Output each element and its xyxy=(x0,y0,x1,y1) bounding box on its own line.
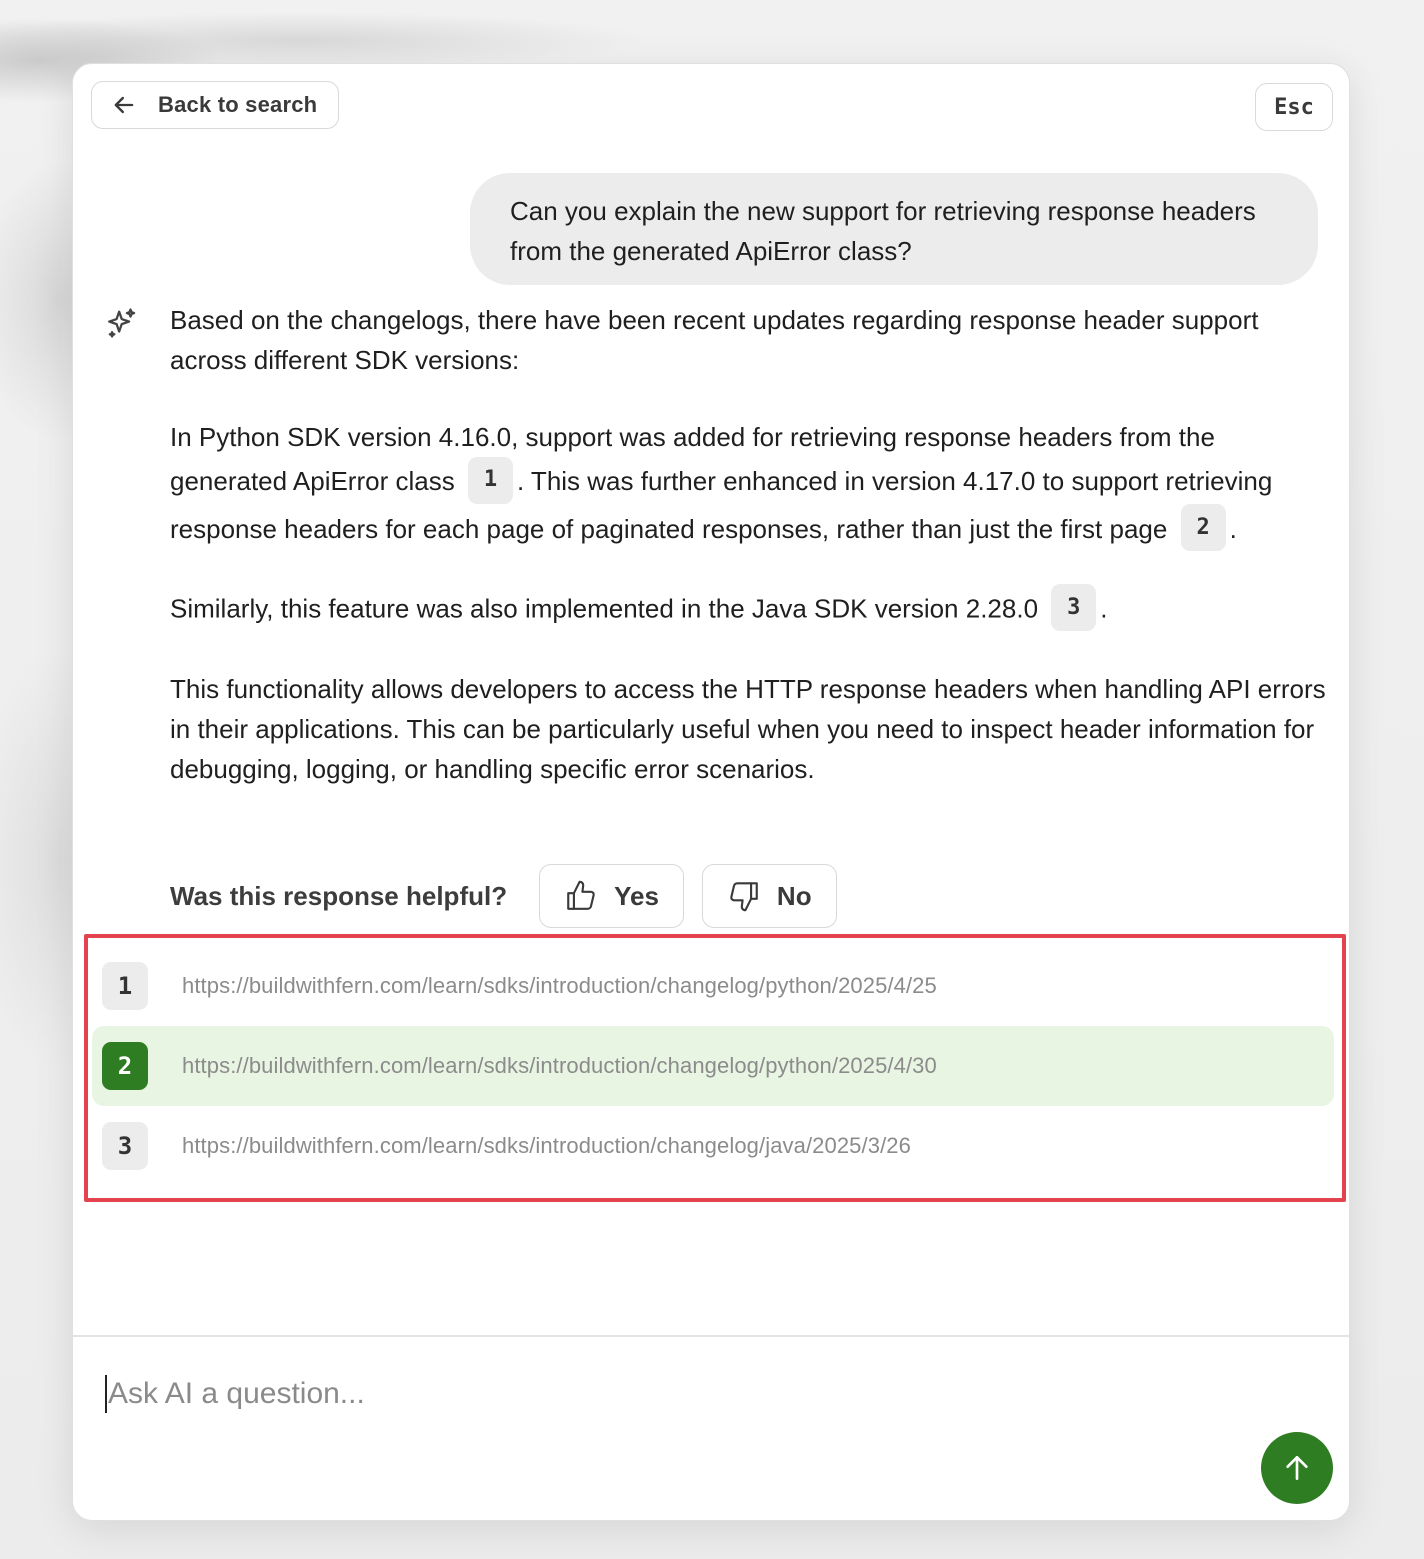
arrow-up-icon xyxy=(1286,1456,1308,1480)
thumbs-down-icon xyxy=(730,882,758,912)
answer-conclusion: This functionality allows developers to … xyxy=(170,674,1326,785)
ai-answer: Based on the changelogs, there have been… xyxy=(170,300,1330,824)
feedback-yes-button[interactable]: Yes xyxy=(539,864,684,928)
source-link[interactable]: https://buildwithfern.com/learn/sdks/int… xyxy=(182,1133,911,1159)
citation-badge-1[interactable]: 1 xyxy=(467,456,513,504)
feedback-question: Was this response helpful? xyxy=(170,880,508,911)
citation-badge-3[interactable]: 3 xyxy=(1051,584,1097,632)
source-link[interactable]: https://buildwithfern.com/learn/sdks/int… xyxy=(182,1053,937,1079)
answer-text: . xyxy=(1100,593,1108,624)
source-number-badge: 1 xyxy=(102,962,148,1010)
composer-divider xyxy=(73,1335,1349,1337)
feedback-bar: Was this response helpful? Yes No xyxy=(170,864,837,928)
answer-paragraph-python: In Python SDK version 4.16.0, support wa… xyxy=(170,415,1330,554)
answer-text: . xyxy=(1229,513,1237,544)
ask-ai-modal: Back to search Esc Can you explain the n… xyxy=(72,63,1350,1521)
arrow-left-icon xyxy=(114,96,134,114)
feedback-no-label: No xyxy=(776,880,812,911)
user-question-bubble: Can you explain the new support for retr… xyxy=(470,173,1318,285)
ask-ai-placeholder: Ask AI a question... xyxy=(108,1377,365,1410)
answer-paragraph-java: Similarly, this feature was also impleme… xyxy=(170,584,1330,634)
answer-text: Similarly, this feature was also impleme… xyxy=(170,593,1039,624)
feedback-no-button[interactable]: No xyxy=(701,864,837,928)
citation-badge-2[interactable]: 2 xyxy=(1180,504,1226,552)
source-number-badge: 3 xyxy=(102,1122,148,1170)
back-to-search-label: Back to search xyxy=(158,92,318,117)
text-caret xyxy=(105,1375,107,1413)
source-item-2[interactable]: 2 https://buildwithfern.com/learn/sdks/i… xyxy=(92,1026,1334,1106)
sparkles-icon xyxy=(108,308,136,338)
sources-list: 1 https://buildwithfern.com/learn/sdks/i… xyxy=(84,934,1346,1202)
source-number-badge: 2 xyxy=(102,1042,148,1090)
source-item-1[interactable]: 1 https://buildwithfern.com/learn/sdks/i… xyxy=(92,946,1334,1026)
esc-button[interactable]: Esc xyxy=(1255,83,1333,131)
source-link[interactable]: https://buildwithfern.com/learn/sdks/int… xyxy=(182,973,937,999)
source-item-3[interactable]: 3 https://buildwithfern.com/learn/sdks/i… xyxy=(92,1106,1334,1186)
back-to-search-button[interactable]: Back to search xyxy=(91,81,339,129)
thumbs-up-icon xyxy=(567,880,595,910)
feedback-yes-label: Yes xyxy=(614,880,659,911)
send-button[interactable] xyxy=(1261,1432,1333,1504)
ask-ai-input[interactable]: Ask AI a question... xyxy=(105,1369,1225,1419)
answer-intro: Based on the changelogs, there have been… xyxy=(170,305,1259,375)
